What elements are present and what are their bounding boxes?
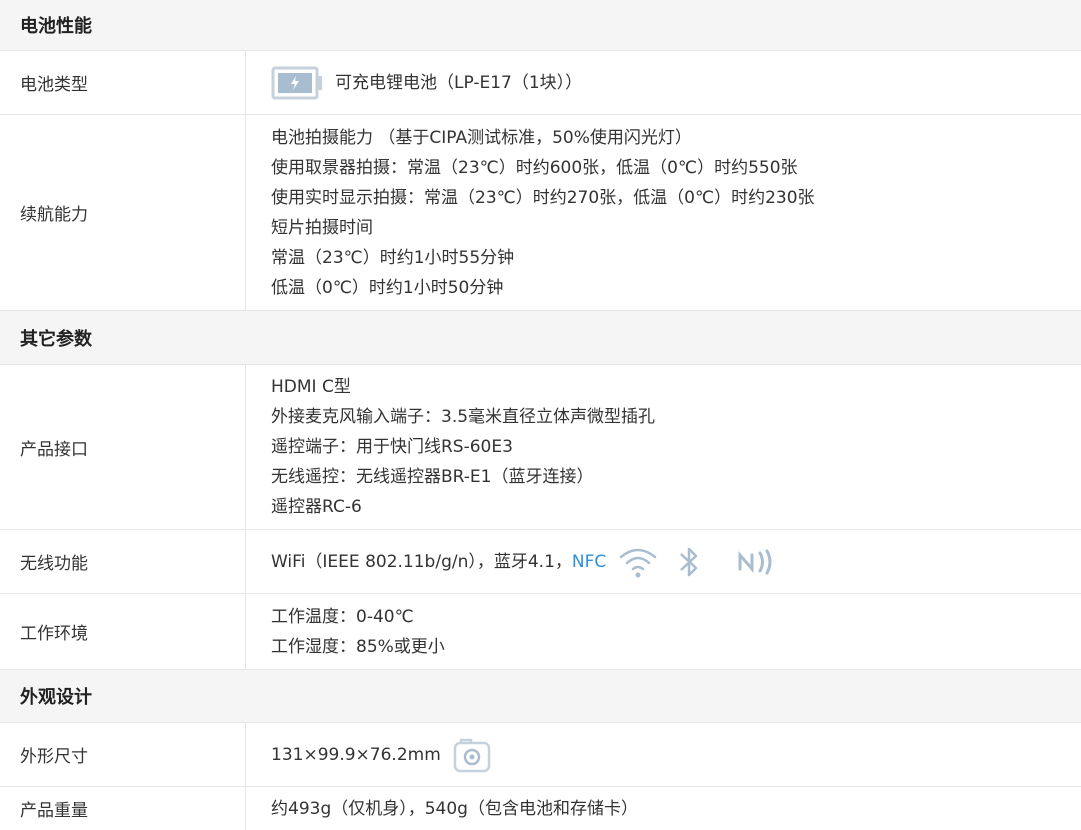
spec-text: 常温（23℃）时约1小时55分钟 <box>271 243 1081 273</box>
spec-value: HDMI C型 外接麦克风输入端子：3.5毫米直径立体声微型插孔 遥控端子：用于… <box>246 365 1081 529</box>
spec-text: 电池拍摄能力 （基于CIPA测试标准，50%使用闪光灯） <box>271 123 1081 153</box>
section-title: 其它参数 <box>20 325 92 351</box>
section-title: 电池性能 <box>20 12 92 38</box>
spec-text: 使用取景器拍摄：常温（23℃）时约600张，低温（0℃）时约550张 <box>271 153 1081 183</box>
nfc-icon <box>736 547 778 577</box>
spec-label: 外形尺寸 <box>0 723 246 786</box>
spec-text: 工作湿度：85%或更小 <box>271 632 1081 662</box>
spec-text: 低温（0℃）时约1小时50分钟 <box>271 273 1081 303</box>
spec-label: 产品接口 <box>0 365 246 529</box>
spec-row-weight: 产品重量 约493g（仅机身），540g（包含电池和存储卡） <box>0 786 1081 830</box>
spec-text: 外接麦克风输入端子：3.5毫米直径立体声微型插孔 <box>271 402 1081 432</box>
bluetooth-icon <box>676 544 702 580</box>
spec-text: 短片拍摄时间 <box>271 213 1081 243</box>
spec-value: 约493g（仅机身），540g（包含电池和存储卡） <box>246 787 1081 830</box>
spec-text: WiFi（IEEE 802.11b/g/n），蓝牙4.1， <box>271 547 572 577</box>
section-header-design: 外观设计 <box>0 669 1081 722</box>
spec-text: 无线遥控：无线遥控器BR-E1（蓝牙连接） <box>271 462 1081 492</box>
spec-value: 工作温度：0-40℃ 工作湿度：85%或更小 <box>246 594 1081 669</box>
spec-row-battery-type: 电池类型 可充电锂电池（LP-E17（1块）） <box>0 50 1081 114</box>
spec-label: 产品重量 <box>0 787 246 830</box>
spec-text: 遥控器RC-6 <box>271 492 1081 522</box>
section-header-other: 其它参数 <box>0 310 1081 364</box>
spec-text: 遥控端子：用于快门线RS-60E3 <box>271 432 1081 462</box>
spec-value: 131×99.9×76.2mm <box>246 723 1081 786</box>
section-title: 外观设计 <box>20 683 92 709</box>
battery-icon <box>271 66 323 100</box>
spec-row-environment: 工作环境 工作温度：0-40℃ 工作湿度：85%或更小 <box>0 593 1081 669</box>
spec-text: 131×99.9×76.2mm <box>271 740 441 770</box>
spec-table: 电池性能 电池类型 可充电锂电池（LP-E17（1块）） 续航能力 电池拍摄能力… <box>0 0 1081 830</box>
nfc-link[interactable]: NFC <box>572 547 606 577</box>
spec-text: 使用实时显示拍摄：常温（23℃）时约270张，低温（0℃）时约230张 <box>271 183 1081 213</box>
spec-value: 可充电锂电池（LP-E17（1块）） <box>246 51 1081 114</box>
spec-label: 续航能力 <box>0 115 246 310</box>
spec-label: 无线功能 <box>0 530 246 593</box>
spec-text: 可充电锂电池（LP-E17（1块）） <box>335 68 582 98</box>
section-header-battery: 电池性能 <box>0 0 1081 50</box>
spec-text: 工作温度：0-40℃ <box>271 602 1081 632</box>
spec-row-ports: 产品接口 HDMI C型 外接麦克风输入端子：3.5毫米直径立体声微型插孔 遥控… <box>0 364 1081 529</box>
spec-label: 电池类型 <box>0 51 246 114</box>
wifi-icon <box>618 545 658 579</box>
spec-row-endurance: 续航能力 电池拍摄能力 （基于CIPA测试标准，50%使用闪光灯） 使用取景器拍… <box>0 114 1081 310</box>
spec-value: 电池拍摄能力 （基于CIPA测试标准，50%使用闪光灯） 使用取景器拍摄：常温（… <box>246 115 1081 310</box>
spec-label: 工作环境 <box>0 594 246 669</box>
spec-text: HDMI C型 <box>271 372 1081 402</box>
spec-row-wireless: 无线功能 WiFi（IEEE 802.11b/g/n），蓝牙4.1，NFC <box>0 529 1081 593</box>
spec-value: WiFi（IEEE 802.11b/g/n），蓝牙4.1，NFC <box>246 530 1081 593</box>
camera-icon <box>453 737 491 773</box>
spec-text: 约493g（仅机身），540g（包含电池和存储卡） <box>271 794 1081 824</box>
spec-row-dimensions: 外形尺寸 131×99.9×76.2mm <box>0 722 1081 786</box>
